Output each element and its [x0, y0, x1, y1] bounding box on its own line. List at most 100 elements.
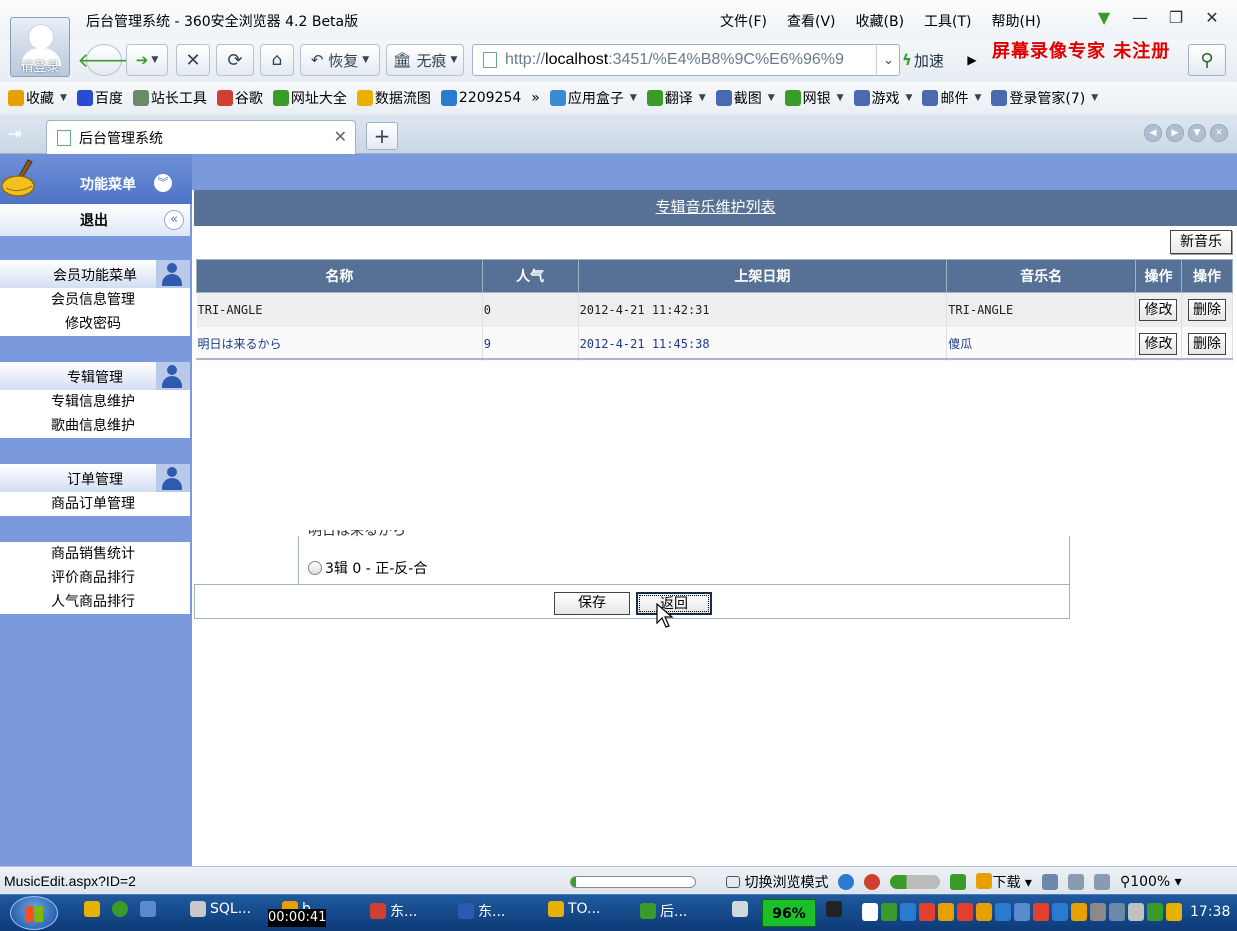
sidebar-item-review-ranking[interactable]: 评价商品排行: [0, 566, 186, 590]
edit-button[interactable]: 修改: [1139, 332, 1178, 355]
stop-icon[interactable]: ✕: [176, 44, 210, 76]
tray-icon[interactable]: [976, 903, 992, 921]
start-button[interactable]: [10, 896, 58, 930]
tray-icon[interactable]: [938, 903, 954, 921]
tray-icon[interactable]: [862, 903, 878, 921]
minimize-button[interactable]: —: [1130, 8, 1150, 27]
tab-close-all-icon[interactable]: ✕: [1210, 124, 1228, 142]
zoom-control[interactable]: ⚲100% ▾: [1120, 874, 1182, 890]
speed-up-button[interactable]: ϟ 加速: [902, 44, 958, 76]
plug-icon[interactable]: [826, 901, 846, 917]
security-icon[interactable]: [864, 874, 881, 890]
close-tab-icon[interactable]: ✕: [334, 127, 347, 146]
back-arrow-icon[interactable]: 🡐: [77, 44, 131, 76]
radio-button[interactable]: [308, 561, 322, 575]
taskbar-item[interactable]: 东...: [370, 901, 417, 921]
bookmark-item[interactable]: 数据流图: [356, 88, 431, 108]
restore-button[interactable]: ↶ 恢复 ▼: [300, 44, 380, 76]
bookmark-item[interactable]: 游戏 ▼: [853, 88, 912, 108]
tab-prev-icon[interactable]: ◀: [1144, 124, 1162, 142]
keyboard-icon[interactable]: [732, 901, 752, 917]
quicklaunch-icon[interactable]: [112, 901, 132, 917]
bookmark-item[interactable]: 网银 ▼: [784, 88, 844, 108]
bookmark-item[interactable]: 截图 ▼: [715, 88, 775, 108]
album-radio-option[interactable]: 3辑 0 - 正-反-合: [308, 558, 427, 578]
menu-help[interactable]: 帮助(H): [992, 11, 1041, 31]
back-button[interactable]: 返回: [636, 592, 712, 615]
bookmark-item[interactable]: 网址大全: [272, 88, 347, 108]
bookmark-item[interactable]: 2209254: [440, 90, 521, 106]
go-arrow-icon[interactable]: ▶: [960, 44, 984, 76]
edit-button[interactable]: 修改: [1139, 298, 1178, 321]
tray-icon[interactable]: [1147, 903, 1163, 921]
menu-favorites[interactable]: 收藏(B): [856, 11, 905, 31]
new-music-button[interactable]: 新音乐: [1170, 230, 1232, 254]
mode-switch-button[interactable]: 切换浏览模式: [726, 872, 828, 892]
sidebar-item-order-management[interactable]: 商品订单管理: [0, 492, 186, 516]
download-button[interactable]: 下载 ▾: [976, 872, 1032, 892]
tray-icon[interactable]: [1128, 903, 1144, 921]
tray-icon[interactable]: [995, 903, 1011, 921]
refresh-icon[interactable]: ⟳: [216, 44, 254, 76]
sidebar-item-change-password[interactable]: 修改密码: [0, 312, 186, 336]
skin-icon[interactable]: ▼: [1094, 8, 1114, 27]
bookmark-item[interactable]: 站长工具: [132, 88, 207, 108]
quicklaunch-icon[interactable]: [140, 901, 160, 917]
taskbar-item[interactable]: 东...: [458, 901, 505, 921]
address-dropdown-icon[interactable]: ⌄: [876, 44, 900, 76]
address-bar[interactable]: http://localhost:3451/%E4%B8%9C%E6%96%9: [472, 44, 900, 76]
tray-icon[interactable]: [881, 903, 897, 921]
new-tab-button[interactable]: +: [366, 122, 398, 150]
tray-icon[interactable]: [900, 903, 916, 921]
bookmark-item[interactable]: 百度: [76, 88, 123, 108]
chevron-down-icon[interactable]: ︾: [154, 174, 172, 192]
tab-admin-system[interactable]: 后台管理系统 ✕: [46, 120, 356, 154]
bookmark-item[interactable]: 收藏 ▼: [8, 88, 67, 108]
menu-file[interactable]: 文件(F): [720, 11, 767, 31]
tray-icon[interactable]: [1090, 903, 1106, 921]
bookmark-item[interactable]: 登录管家(7) ▼: [991, 88, 1098, 108]
tray-icon[interactable]: [957, 903, 973, 921]
sidebar-item-member-info[interactable]: 会员信息管理: [0, 288, 186, 312]
list-title-link[interactable]: 专辑音乐维护列表: [655, 198, 775, 216]
menu-tools[interactable]: 工具(T): [924, 11, 971, 31]
login-avatar[interactable]: 请登录: [10, 17, 70, 77]
logout-row[interactable]: 退出 «: [0, 204, 190, 236]
tray-icon[interactable]: [1109, 903, 1125, 921]
forward-arrow-icon[interactable]: ➔ ▼: [126, 44, 168, 76]
bookmark-item[interactable]: »: [531, 90, 540, 106]
tray-icon[interactable]: [919, 903, 935, 921]
sidebar-item-song-info[interactable]: 歌曲信息维护: [0, 414, 186, 438]
taskbar-item[interactable]: 后...: [640, 901, 687, 921]
volume-icon[interactable]: [1093, 874, 1110, 890]
search-icon[interactable]: ⚲: [1188, 44, 1226, 76]
tray-icon[interactable]: [1166, 903, 1182, 921]
delete-button[interactable]: 删除: [1187, 332, 1226, 355]
screen-icon[interactable]: [1067, 874, 1084, 890]
toggle-icon[interactable]: [890, 875, 941, 889]
tray-icon[interactable]: [1014, 903, 1030, 921]
taskbar-item[interactable]: TO...: [548, 901, 600, 917]
maximize-button[interactable]: ❐: [1166, 8, 1186, 27]
ie-icon[interactable]: [838, 874, 855, 890]
home-icon[interactable]: ⌂: [260, 44, 294, 76]
collapse-icon[interactable]: «: [164, 210, 184, 230]
clean-icon[interactable]: [1041, 874, 1058, 890]
save-button[interactable]: 保存: [554, 592, 630, 615]
tab-next-icon[interactable]: ▶: [1166, 124, 1184, 142]
calendar-icon[interactable]: [950, 874, 967, 890]
sidebar-toggle-icon[interactable]: ⇥: [8, 124, 21, 143]
delete-button[interactable]: 删除: [1187, 298, 1226, 321]
menu-view[interactable]: 查看(V): [787, 11, 836, 31]
bookmark-item[interactable]: 翻译 ▼: [646, 88, 706, 108]
tray-icon[interactable]: [1071, 903, 1087, 921]
sidebar-item-sales-stats[interactable]: 商品销售统计: [0, 542, 186, 566]
taskbar-item[interactable]: SQL...: [190, 901, 251, 917]
bookmark-item[interactable]: 谷歌: [216, 88, 263, 108]
tab-list-icon[interactable]: ▼: [1188, 124, 1206, 142]
sidebar-item-popularity-ranking[interactable]: 人气商品排行: [0, 590, 186, 614]
close-window-button[interactable]: ✕: [1202, 8, 1222, 27]
sidebar-item-album-info[interactable]: 专辑信息维护: [0, 390, 186, 414]
tray-icon[interactable]: [1033, 903, 1049, 921]
quicklaunch-icon[interactable]: [84, 901, 104, 917]
